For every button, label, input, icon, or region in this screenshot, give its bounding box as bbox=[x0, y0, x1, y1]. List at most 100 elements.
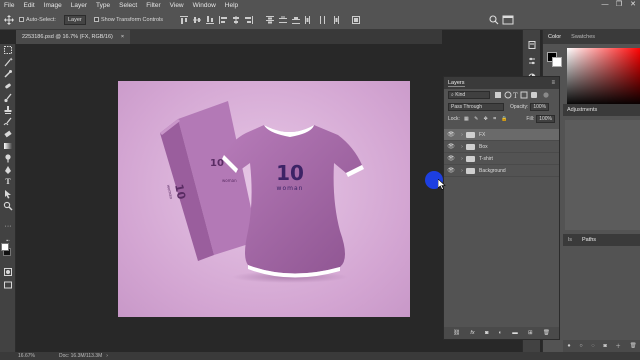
layers-panel-title[interactable]: Layers bbox=[448, 80, 465, 87]
fx-icon[interactable]: fx bbox=[470, 330, 474, 336]
blend-mode-dropdown[interactable]: Pass Through bbox=[448, 103, 504, 111]
screen-mode-icon[interactable] bbox=[3, 280, 13, 290]
stroke-path-icon[interactable]: ○ bbox=[579, 343, 582, 349]
move-tool-icon[interactable] bbox=[4, 14, 14, 25]
align-bottom-icon[interactable] bbox=[206, 15, 215, 24]
distribute-bottom-icon[interactable] bbox=[292, 16, 301, 24]
mask-icon[interactable]: ◙ bbox=[485, 330, 488, 336]
pen-tool-icon[interactable] bbox=[3, 165, 13, 175]
opacity-value[interactable]: 100% bbox=[530, 103, 550, 111]
restore-icon[interactable]: ❐ bbox=[612, 0, 626, 10]
menu-file[interactable]: File bbox=[4, 2, 14, 9]
menu-help[interactable]: Help bbox=[225, 2, 238, 9]
menu-view[interactable]: View bbox=[170, 2, 184, 9]
gradient-tool-icon[interactable] bbox=[3, 141, 13, 151]
align-right-icon[interactable] bbox=[245, 15, 254, 24]
align-top-icon[interactable] bbox=[180, 15, 189, 24]
adjustment-icon[interactable]: ◐ bbox=[499, 330, 502, 336]
tab-color[interactable]: Color bbox=[543, 34, 566, 40]
eyedropper-tool-icon[interactable] bbox=[3, 69, 13, 79]
menu-select[interactable]: Select bbox=[119, 2, 137, 9]
menu-window[interactable]: Window bbox=[193, 2, 216, 9]
visibility-eye-icon[interactable]: 👁 bbox=[444, 167, 458, 174]
load-selection-icon[interactable]: ◌ bbox=[591, 343, 594, 349]
magic-wand-tool-icon[interactable]: ✦ bbox=[3, 57, 13, 67]
smart-filter-icon[interactable] bbox=[531, 92, 537, 98]
clone-stamp-tool-icon[interactable] bbox=[3, 105, 13, 115]
distribute-top-icon[interactable] bbox=[266, 15, 275, 24]
color-picker-field[interactable] bbox=[567, 48, 640, 106]
align-hcenter-icon[interactable] bbox=[232, 15, 240, 24]
menu-filter[interactable]: Filter bbox=[146, 2, 160, 9]
distribute-right-icon[interactable] bbox=[331, 15, 340, 24]
group-expand-caret-icon[interactable]: › bbox=[458, 132, 466, 138]
layer-row-fx[interactable]: 👁 › FX bbox=[444, 129, 559, 141]
layer-row-box[interactable]: 👁 › Box bbox=[444, 141, 559, 153]
fill-path-icon[interactable]: ● bbox=[567, 343, 570, 349]
auto-align-icon[interactable] bbox=[352, 15, 361, 24]
fill-value[interactable]: 100% bbox=[536, 115, 555, 123]
menu-type[interactable]: Type bbox=[96, 2, 110, 9]
eraser-tool-icon[interactable] bbox=[3, 129, 13, 139]
brush-tool-icon[interactable] bbox=[3, 93, 13, 103]
tab-swatches[interactable]: Swatches bbox=[566, 34, 600, 40]
zoom-tool-icon[interactable] bbox=[3, 201, 13, 211]
search-icon[interactable] bbox=[488, 14, 502, 25]
tab-close-icon[interactable]: × bbox=[121, 34, 124, 40]
canvas-area[interactable]: 10 woman 10 woman 10 woman bbox=[16, 44, 442, 352]
menu-image[interactable]: Image bbox=[44, 2, 62, 9]
quick-mask-icon[interactable] bbox=[3, 267, 13, 277]
layer-row-background[interactable]: 👁 › Background bbox=[444, 165, 559, 177]
history-panel-icon[interactable] bbox=[527, 40, 537, 50]
adjustment-filter-icon[interactable] bbox=[504, 91, 512, 99]
visibility-eye-icon[interactable]: 👁 bbox=[444, 155, 458, 162]
history-brush-tool-icon[interactable] bbox=[3, 117, 13, 127]
healing-brush-tool-icon[interactable] bbox=[3, 81, 13, 91]
kind-filter-dropdown[interactable]: ⌕ Kind bbox=[448, 91, 490, 99]
distribute-left-icon[interactable] bbox=[305, 15, 313, 24]
group-icon[interactable]: ▬ bbox=[512, 330, 518, 336]
group-expand-caret-icon[interactable]: › bbox=[458, 168, 466, 174]
type-tool-icon[interactable]: T bbox=[3, 177, 13, 187]
group-expand-caret-icon[interactable]: › bbox=[458, 144, 466, 150]
new-layer-icon[interactable]: ⊞ bbox=[528, 330, 533, 336]
distribute-vcenter-icon[interactable] bbox=[279, 16, 288, 24]
marquee-tool-icon[interactable] bbox=[3, 45, 13, 55]
group-expand-caret-icon[interactable]: › bbox=[458, 156, 466, 162]
tab-adjustments[interactable]: Adjustments bbox=[567, 107, 597, 113]
dodge-tool-icon[interactable] bbox=[3, 153, 13, 163]
background-color-chip[interactable] bbox=[552, 57, 562, 67]
auto-select-checkbox[interactable] bbox=[19, 17, 24, 22]
layer-row-tshirt[interactable]: 👁 › T-shirt bbox=[444, 153, 559, 165]
align-left-icon[interactable] bbox=[219, 15, 228, 24]
distribute-hcenter-icon[interactable] bbox=[318, 15, 326, 24]
panel-menu-icon[interactable]: ≡ bbox=[551, 80, 555, 86]
zoom-level[interactable]: 16.67% bbox=[18, 353, 35, 359]
auto-select-dropdown[interactable]: Layer bbox=[63, 14, 86, 25]
edit-toolbar-icon[interactable]: ··· bbox=[3, 222, 13, 232]
status-arrow-icon[interactable]: › bbox=[106, 353, 108, 359]
type-filter-icon[interactable]: T bbox=[513, 92, 518, 99]
shape-filter-icon[interactable] bbox=[520, 91, 528, 99]
visibility-eye-icon[interactable]: 👁 bbox=[444, 131, 458, 138]
close-icon[interactable]: ✕ bbox=[626, 0, 640, 10]
pixel-filter-icon[interactable] bbox=[495, 92, 501, 98]
mask-path-icon[interactable]: ◙ bbox=[603, 343, 606, 349]
new-path-icon[interactable]: ＋ bbox=[615, 342, 621, 350]
filter-toggle-icon[interactable] bbox=[543, 92, 549, 98]
properties-panel-icon[interactable] bbox=[527, 56, 537, 66]
menu-layer[interactable]: Layer bbox=[71, 2, 87, 9]
artboard[interactable]: 10 woman 10 woman 10 woman bbox=[118, 81, 410, 317]
lock-icons[interactable]: ▦ ✎ ✥ ⌗ 🔒 bbox=[464, 116, 510, 122]
menu-edit[interactable]: Edit bbox=[23, 2, 34, 9]
trash-icon[interactable]: 🗑 bbox=[543, 330, 550, 336]
link-icon[interactable]: ⛓ bbox=[453, 330, 460, 336]
workspace-icon[interactable] bbox=[502, 15, 516, 25]
transform-controls-checkbox[interactable] bbox=[93, 17, 99, 22]
tab-paths[interactable]: Paths bbox=[577, 237, 601, 243]
foreground-color-swatch[interactable] bbox=[1, 243, 9, 251]
minimize-icon[interactable]: — bbox=[598, 0, 612, 10]
document-tab[interactable]: 2253186.psd @ 16.7% (FX, RGB/16) × bbox=[16, 30, 131, 44]
delete-path-icon[interactable]: 🗑 bbox=[630, 343, 637, 349]
path-selection-tool-icon[interactable] bbox=[3, 189, 13, 199]
